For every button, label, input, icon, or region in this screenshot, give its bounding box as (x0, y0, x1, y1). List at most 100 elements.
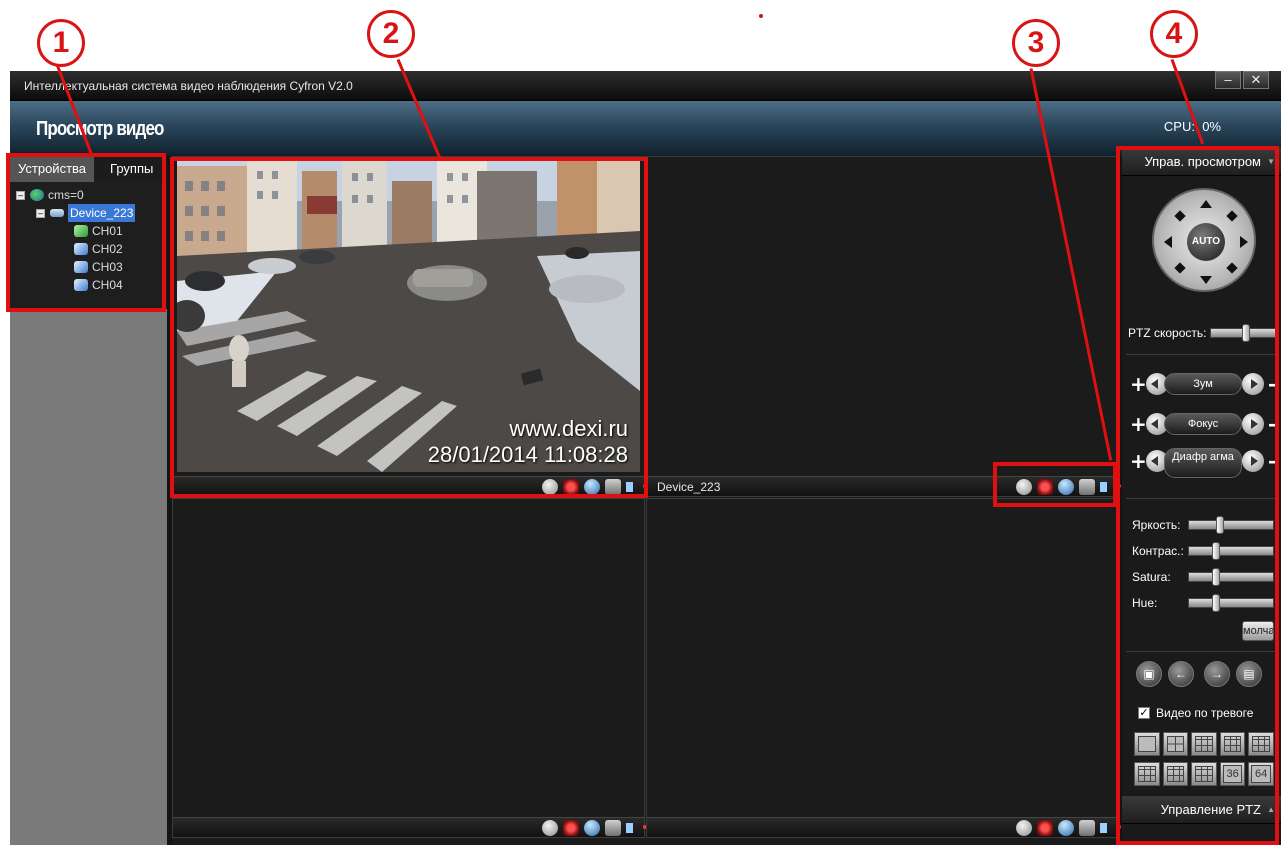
layout-13-button[interactable] (1134, 762, 1160, 786)
slider-knob[interactable] (1211, 568, 1220, 586)
iris-open-icon[interactable]: + (1130, 449, 1147, 473)
layout-9-button[interactable] (1248, 732, 1274, 756)
play-icon[interactable] (542, 479, 558, 495)
collapse-icon[interactable]: – (36, 208, 45, 218)
slider-knob[interactable] (1241, 324, 1250, 342)
layout-1-button[interactable] (1134, 732, 1160, 756)
camera-active-icon (74, 225, 88, 237)
record-icon[interactable] (1037, 820, 1053, 836)
brightness-slider[interactable] (1188, 516, 1274, 534)
layout-6-button[interactable] (1191, 732, 1217, 756)
layout-64-button[interactable]: 64 (1248, 762, 1274, 786)
arrow-down-left-icon[interactable] (1174, 262, 1186, 274)
video-pane-2[interactable]: Device_223 (646, 156, 1121, 497)
arrow-up-right-icon[interactable] (1226, 210, 1238, 222)
divider (1126, 498, 1277, 499)
tree-node-root[interactable]: – cms=0 (10, 186, 167, 204)
zoom-right-button[interactable] (1242, 373, 1264, 395)
slider-knob[interactable] (1215, 516, 1224, 534)
arrow-up-left-icon[interactable] (1174, 210, 1186, 222)
snapshot-icon[interactable] (1079, 820, 1095, 836)
alarm-video-checkbox[interactable]: ✓ (1138, 707, 1150, 719)
tree-root-label: cms=0 (48, 188, 84, 202)
snapshot-icon[interactable] (605, 820, 621, 836)
layout-4-button[interactable] (1162, 732, 1189, 756)
layout-36-button[interactable]: 36 (1219, 762, 1246, 786)
cpu-label: CPU: (1163, 119, 1195, 134)
camera-icon (74, 279, 88, 291)
layout-8-button[interactable] (1219, 732, 1246, 756)
arrow-down-icon[interactable] (1200, 276, 1212, 284)
tree-node-device[interactable]: – Device_223 (10, 204, 167, 222)
ptz-control-header[interactable]: Управление PTZ (1122, 796, 1281, 824)
record-icon[interactable] (563, 820, 579, 836)
focus-far-icon[interactable]: – (1268, 412, 1278, 436)
record-stop-icon[interactable]: ▤ (1236, 661, 1262, 687)
brightness-label: Яркость: (1132, 518, 1181, 532)
video-pane-3[interactable] (172, 498, 647, 838)
ptz-icon[interactable] (1058, 479, 1074, 495)
play-icon[interactable] (542, 820, 558, 836)
globe-icon (30, 189, 44, 201)
slider-knob[interactable] (1211, 594, 1220, 612)
iris-close-icon[interactable]: – (1268, 449, 1278, 473)
zoom-out-icon[interactable]: – (1268, 372, 1278, 396)
ptz-speed-slider[interactable] (1210, 324, 1276, 342)
record-icon[interactable] (1037, 479, 1053, 495)
tree-node-channel[interactable]: CH03 (10, 258, 167, 276)
slider-knob[interactable] (1211, 542, 1220, 560)
title-bar: Интеллектуальная система видео наблюдени… (10, 71, 1281, 101)
record-icon[interactable] (563, 479, 579, 495)
record-start-icon[interactable]: ▣ (1136, 661, 1162, 687)
play-icon[interactable] (1016, 479, 1032, 495)
pane-toolbar (647, 817, 1121, 837)
ptz-dpad: AUTO (1152, 188, 1256, 292)
arrow-right-icon[interactable] (1240, 236, 1248, 248)
mute-icon[interactable] (626, 823, 647, 833)
channel-label: CH02 (92, 242, 123, 256)
tab-groups[interactable]: Группы (94, 156, 162, 182)
cpu-value: 0% (1202, 119, 1221, 134)
play-icon[interactable] (1016, 820, 1032, 836)
ptz-icon[interactable] (1058, 820, 1074, 836)
layout-25-button[interactable] (1191, 762, 1217, 786)
zoom-in-icon[interactable]: + (1130, 372, 1147, 396)
ptz-icon[interactable] (584, 820, 600, 836)
focus-right-button[interactable] (1242, 413, 1264, 435)
arrow-up-icon[interactable] (1200, 200, 1212, 208)
mute-icon[interactable] (1100, 823, 1121, 833)
arrow-down-right-icon[interactable] (1226, 262, 1238, 274)
focus-near-icon[interactable]: + (1130, 412, 1147, 436)
tree-node-channel[interactable]: CH01 (10, 222, 167, 240)
default-button[interactable]: молча (1242, 621, 1274, 641)
tree-node-channel[interactable]: CH02 (10, 240, 167, 258)
saturation-slider[interactable] (1188, 568, 1274, 586)
zoom-label: Зум (1164, 373, 1242, 395)
iris-right-button[interactable] (1242, 450, 1264, 472)
snapshot-icon[interactable] (605, 479, 621, 495)
tree-node-channel[interactable]: CH04 (10, 276, 167, 294)
snapshot-icon[interactable] (1079, 479, 1095, 495)
layout-16-button[interactable] (1162, 762, 1189, 786)
layout-64-label: 64 (1251, 765, 1271, 783)
annotation-marker-2: 2 (367, 10, 415, 58)
hue-slider[interactable] (1188, 594, 1274, 612)
page-title: Просмотр видео (36, 118, 164, 140)
contrast-slider[interactable] (1188, 542, 1274, 560)
arrow-left-icon[interactable] (1164, 236, 1172, 248)
video-pane-1[interactable]: www.dexi.ru 28/01/2014 11:08:28 (172, 156, 647, 497)
mute-icon[interactable] (1100, 482, 1121, 492)
close-button[interactable]: ✕ (1243, 71, 1269, 89)
tab-devices[interactable]: Устройства (10, 156, 95, 182)
video-pane-4[interactable] (646, 498, 1121, 838)
collapse-icon[interactable]: – (16, 190, 25, 200)
next-arrow-icon[interactable]: → (1204, 661, 1230, 687)
ptz-icon[interactable] (584, 479, 600, 495)
minimize-button[interactable]: – (1215, 71, 1241, 89)
view-control-header[interactable]: Управ. просмотром (1122, 148, 1281, 176)
app-window: Интеллектуальная система видео наблюдени… (10, 71, 1281, 845)
mute-icon[interactable] (626, 482, 647, 492)
layout-36-label: 36 (1222, 765, 1243, 783)
previous-arrow-icon[interactable]: ← (1168, 661, 1194, 687)
auto-button[interactable]: AUTO (1187, 223, 1225, 261)
